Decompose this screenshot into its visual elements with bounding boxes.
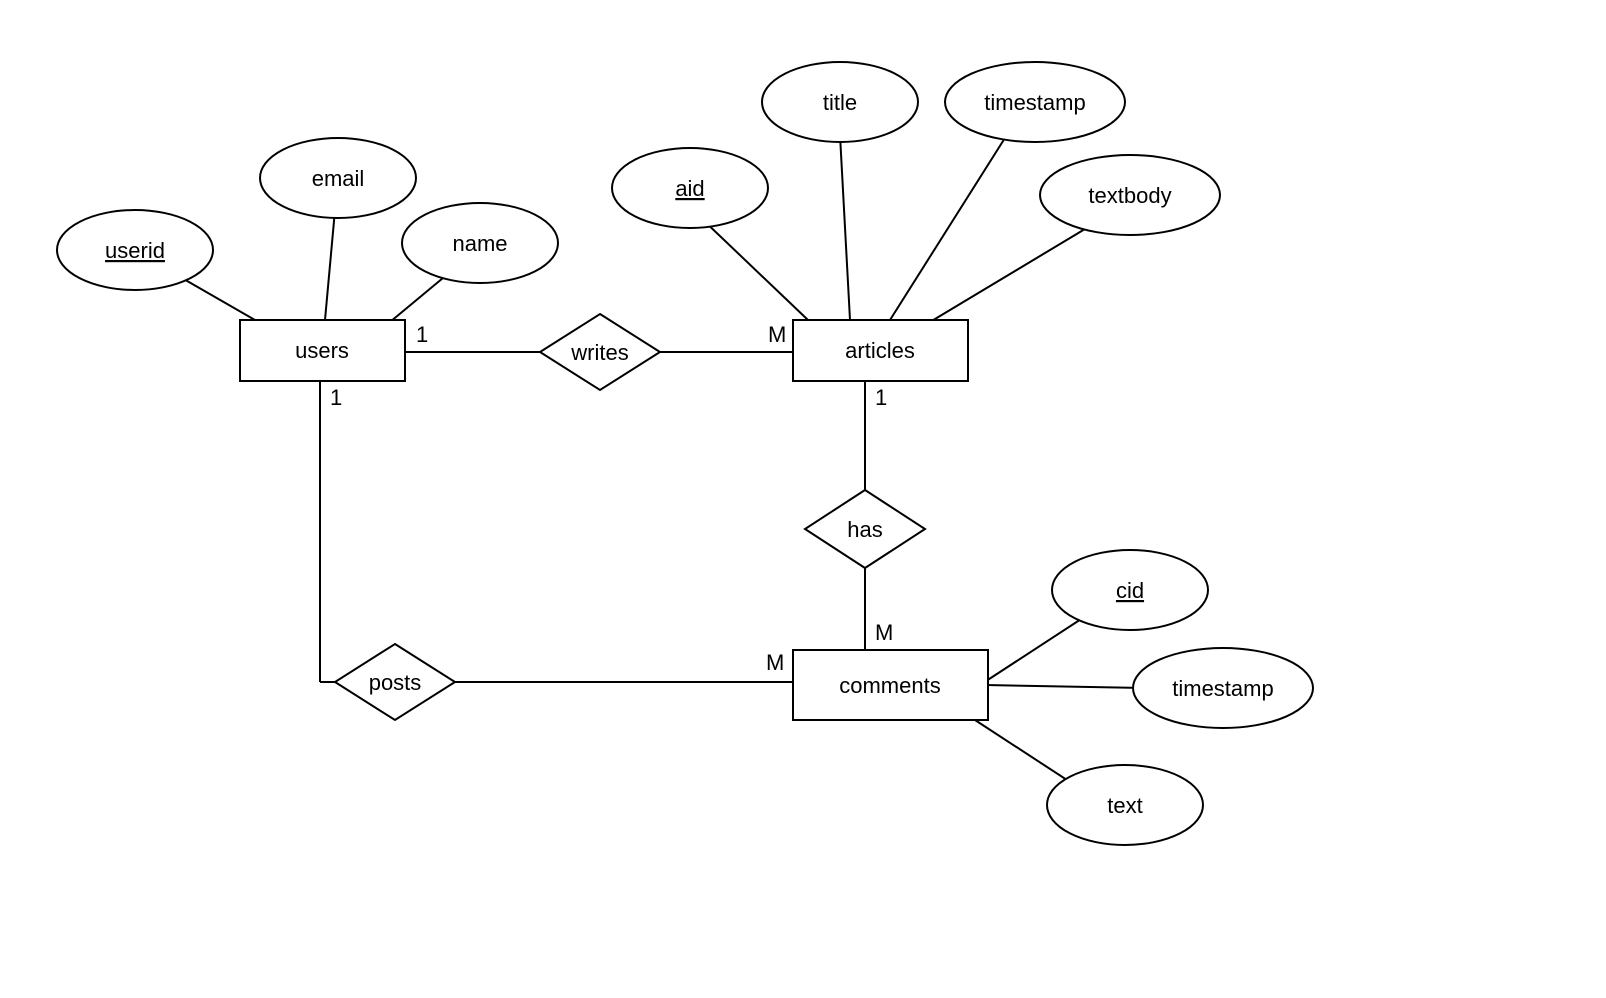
attribute-text-label: text — [1107, 793, 1142, 818]
cardinality-writes-articles: M — [768, 322, 786, 347]
attribute-textbody: textbody — [1040, 155, 1220, 235]
cardinality-has-comments: M — [875, 620, 893, 645]
attribute-aid: aid — [612, 148, 768, 228]
attribute-timestamp-article: timestamp — [945, 62, 1125, 142]
relationship-posts: posts — [335, 644, 455, 720]
cardinality-users-posts: 1 — [330, 385, 342, 410]
relationship-connectors — [320, 352, 865, 682]
entity-users-label: users — [295, 338, 349, 363]
cardinality-articles-has: 1 — [875, 385, 887, 410]
relationship-has: has — [805, 490, 925, 568]
attribute-textbody-label: textbody — [1088, 183, 1171, 208]
attribute-email-label: email — [312, 166, 365, 191]
attribute-title: title — [762, 62, 918, 142]
attribute-title-label: title — [823, 90, 857, 115]
attribute-cid: cid — [1052, 550, 1208, 630]
relationship-has-label: has — [847, 517, 882, 542]
relationship-writes-label: writes — [570, 340, 628, 365]
er-diagram: 1 M 1 M 1 M users articles comments writ… — [0, 0, 1606, 998]
attribute-timestamp-comment: timestamp — [1133, 648, 1313, 728]
entity-users: users — [240, 320, 405, 381]
attribute-userid-label: userid — [105, 238, 165, 263]
attribute-cid-label: cid — [1116, 578, 1144, 603]
attribute-aid-label: aid — [675, 176, 704, 201]
attribute-timestamp-article-label: timestamp — [984, 90, 1085, 115]
entity-articles: articles — [793, 320, 968, 381]
attribute-name-label: name — [452, 231, 507, 256]
attribute-userid: userid — [57, 210, 213, 290]
attribute-email: email — [260, 138, 416, 218]
attribute-name: name — [402, 203, 558, 283]
entity-comments-label: comments — [839, 673, 940, 698]
attribute-text: text — [1047, 765, 1203, 845]
entity-comments: comments — [793, 650, 988, 720]
cardinality-users-writes: 1 — [416, 322, 428, 347]
cardinality-posts-comments: M — [766, 650, 784, 675]
attribute-timestamp-comment-label: timestamp — [1172, 676, 1273, 701]
entity-articles-label: articles — [845, 338, 915, 363]
relationship-posts-label: posts — [369, 670, 422, 695]
relationship-writes: writes — [540, 314, 660, 390]
